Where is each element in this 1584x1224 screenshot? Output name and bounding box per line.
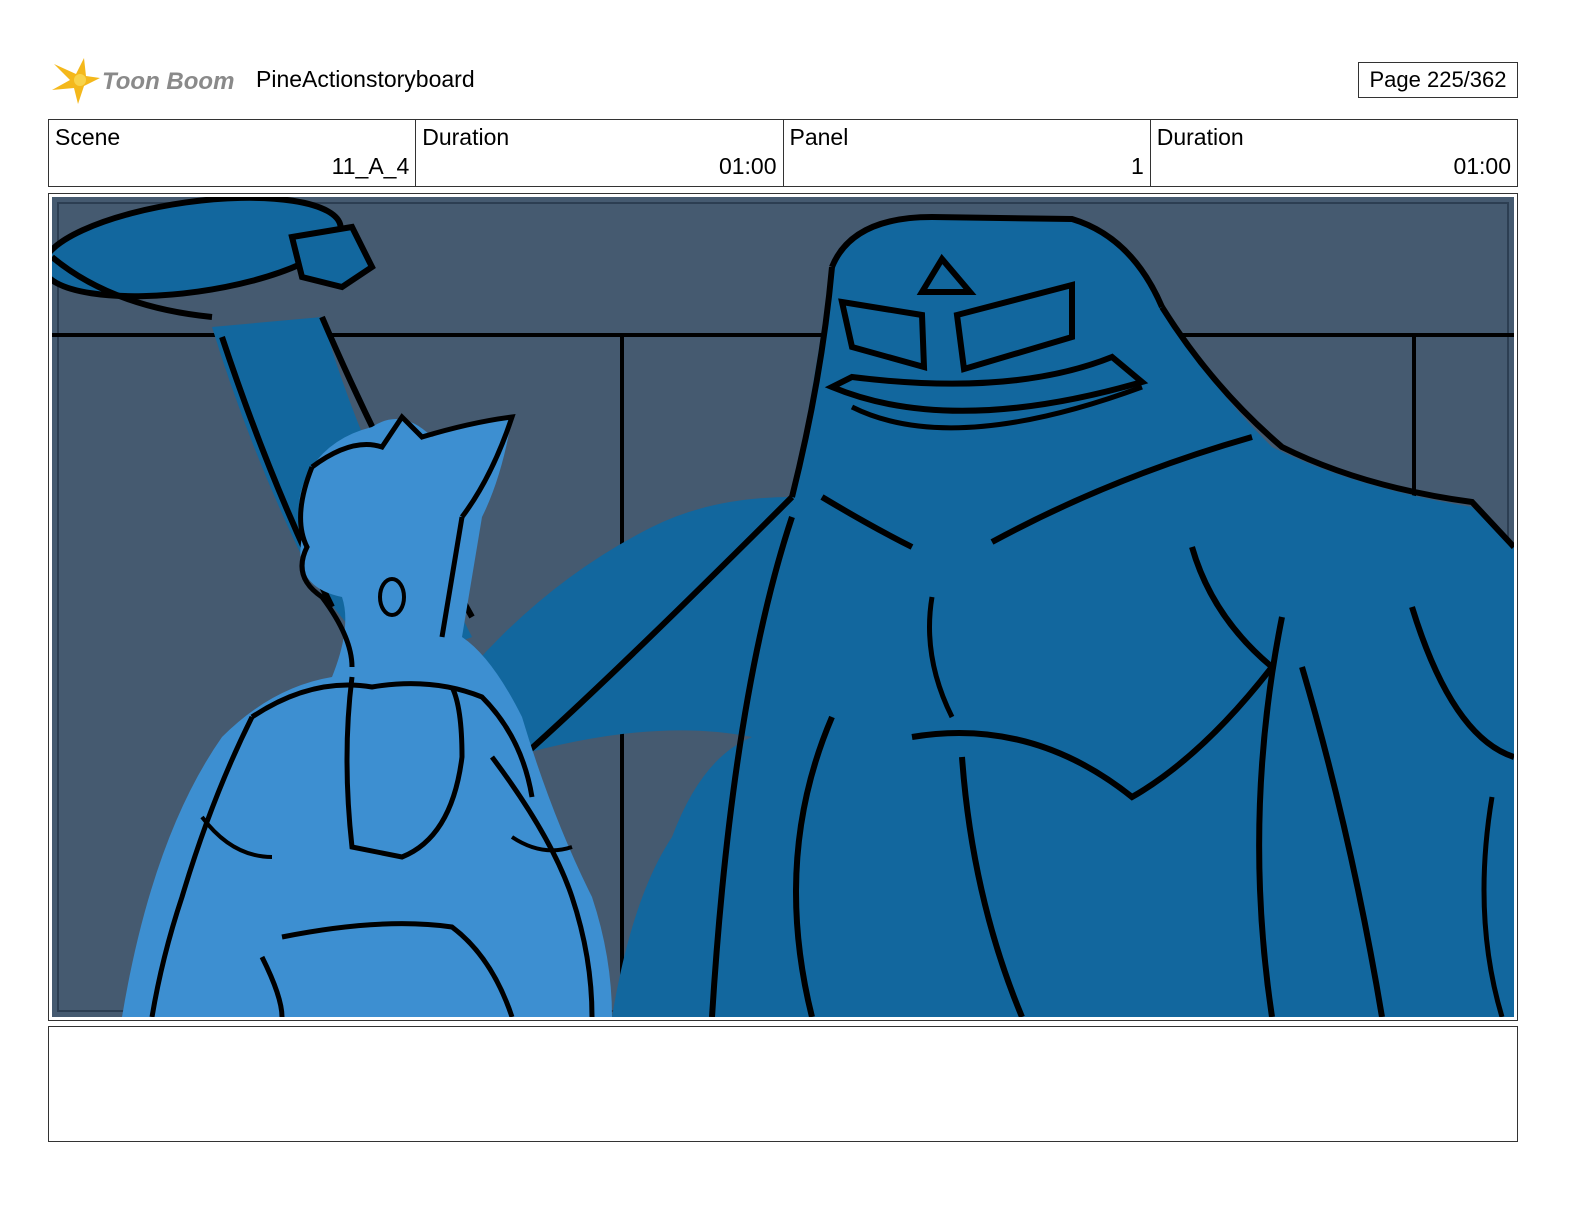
panel-label: Panel (789, 124, 849, 150)
panel-duration-cell: Duration 01:00 (1151, 120, 1517, 186)
storyboard-panel (48, 193, 1518, 1021)
scene-duration-cell: Duration 01:00 (416, 120, 784, 186)
action-notes-box (48, 1026, 1518, 1142)
scene-duration-value: 01:00 (718, 153, 777, 179)
star-icon (52, 58, 100, 104)
scene-cell: Scene 11_A_4 (49, 120, 417, 186)
page-number: Page 225/362 (1358, 62, 1518, 98)
panel-info-table: Scene 11_A_4 Duration 01:00 Panel 1 Dura… (48, 119, 1518, 187)
project-title: PineActionstoryboard (256, 66, 475, 92)
scene-label: Scene (55, 124, 121, 150)
toon-boom-logo: Toon Boom (52, 58, 234, 104)
panel-value: 1 (1130, 153, 1144, 179)
panel-cell: Panel 1 (784, 120, 1151, 186)
logo-text: Toon Boom (102, 68, 234, 95)
panel-drawing (52, 197, 1514, 1017)
panel-duration-value: 01:00 (1453, 153, 1511, 179)
scene-duration-label: Duration (422, 124, 510, 150)
panel-duration-label: Duration (1156, 124, 1244, 150)
scene-value: 11_A_4 (331, 153, 410, 179)
